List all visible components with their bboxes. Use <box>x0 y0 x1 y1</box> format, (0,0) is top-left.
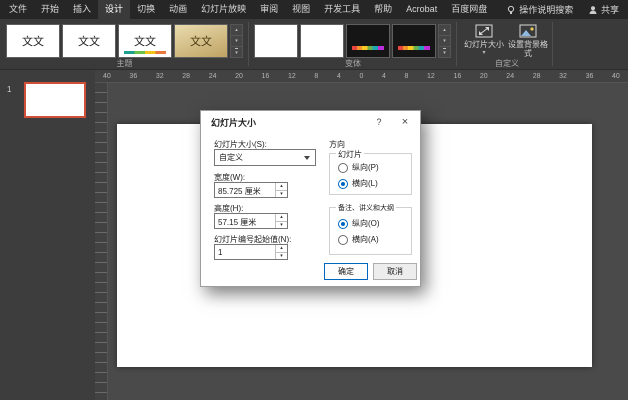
tab-review[interactable]: 审阅 <box>253 0 285 19</box>
radio-checked-icon <box>338 179 348 189</box>
person-icon <box>588 5 598 15</box>
themes-more-icon[interactable]: ▾ <box>230 47 243 58</box>
menubar: 文件 开始 插入 设计 切换 动画 幻灯片放映 审阅 视图 开发工具 帮助 Ac… <box>0 0 628 19</box>
powerpoint-window: 文件 开始 插入 设计 切换 动画 幻灯片放映 审阅 视图 开发工具 帮助 Ac… <box>0 0 628 400</box>
slide-size-dropdown-value: 自定义 <box>219 152 243 163</box>
notes-group-label: 备注、讲义和大纲 <box>336 203 396 213</box>
variants-scroll-up-icon[interactable]: ▴ <box>438 24 451 36</box>
group-divider <box>456 22 457 66</box>
themes-group-label: 主题 <box>6 58 243 70</box>
variant-thumbnail-1[interactable] <box>254 24 298 58</box>
theme-sample-text: 文文 <box>134 33 156 49</box>
theme-sample-text: 文文 <box>78 33 100 49</box>
theme-thumbnail-2[interactable]: 文文 <box>62 24 116 58</box>
theme-sample-text: 文文 <box>22 33 44 49</box>
radio-icon <box>338 163 348 173</box>
notes-orientation-group: 备注、讲义和大纲 纵向(O) 横向(A) <box>329 207 412 255</box>
chevron-down-icon: ▾ <box>482 49 485 58</box>
ok-button[interactable]: 确定 <box>324 263 368 280</box>
cancel-button[interactable]: 取消 <box>373 263 417 280</box>
spin-up-icon[interactable]: ▴ <box>276 183 287 191</box>
spin-down-icon[interactable]: ▾ <box>276 253 287 260</box>
tab-acrobat[interactable]: Acrobat <box>399 0 444 19</box>
theme-thumbnail-1[interactable]: 文文 <box>6 24 60 58</box>
variant-color-strip <box>352 46 384 50</box>
spin-up-icon[interactable]: ▴ <box>276 214 287 222</box>
slides-group-label: 幻灯片 <box>336 149 364 160</box>
tab-view[interactable]: 视图 <box>285 0 317 19</box>
radio-checked-icon <box>338 219 348 229</box>
group-divider <box>552 22 553 66</box>
tab-home[interactable]: 开始 <box>34 0 66 19</box>
lightbulb-icon <box>506 5 516 15</box>
ribbon-design: 文文 文文 文文 文文 ▴ ▾ ▾ 主题 ▴ ▾ ▾ <box>0 19 628 70</box>
tab-help[interactable]: 帮助 <box>367 0 399 19</box>
tab-transitions[interactable]: 切换 <box>130 0 162 19</box>
variants-more-icon[interactable]: ▾ <box>438 47 451 58</box>
group-divider <box>248 22 249 66</box>
themes-scroll-up-icon[interactable]: ▴ <box>230 24 243 36</box>
theme-color-strip <box>124 51 166 54</box>
share-button[interactable]: 共享 <box>588 3 619 16</box>
share-label: 共享 <box>601 3 619 16</box>
spin-down-icon[interactable]: ▾ <box>276 191 287 198</box>
start-number-spinner[interactable]: 1 ▴ ▾ <box>214 244 288 260</box>
slides-landscape-radio[interactable]: 横向(L) <box>338 178 378 189</box>
width-value: 85.725 厘米 <box>215 183 275 197</box>
tab-insert[interactable]: 插入 <box>66 0 98 19</box>
tab-file[interactable]: 文件 <box>2 0 34 19</box>
spin-down-icon[interactable]: ▾ <box>276 222 287 229</box>
variants-scroll-down-icon[interactable]: ▾ <box>438 36 451 47</box>
format-background-label: 设置背景格式 <box>506 40 550 58</box>
close-icon[interactable]: × <box>390 111 420 133</box>
slide-1-thumbnail[interactable] <box>24 82 86 118</box>
tab-developer[interactable]: 开发工具 <box>317 0 367 19</box>
vertical-ruler <box>95 83 108 400</box>
chevron-down-icon <box>304 156 310 160</box>
variants-group-label: 变体 <box>254 58 452 70</box>
tab-design[interactable]: 设计 <box>98 0 130 19</box>
slide-number: 1 <box>7 85 11 94</box>
variant-color-strip <box>398 46 430 50</box>
variant-thumbnail-3[interactable] <box>346 24 390 58</box>
height-value: 57.15 厘米 <box>215 214 275 228</box>
height-spinner[interactable]: 57.15 厘米 ▴ ▾ <box>214 213 288 229</box>
variant-thumbnail-4[interactable] <box>392 24 436 58</box>
slide-size-dialog: 幻灯片大小 ? × 幻灯片大小(S): 自定义 宽度(W): 85.725 厘米… <box>200 110 421 287</box>
customize-group-label: 自定义 <box>462 58 552 70</box>
format-background-icon <box>519 21 537 40</box>
theme-sample-text: 文文 <box>190 33 212 49</box>
slide-size-dropdown[interactable]: 自定义 <box>214 149 316 166</box>
tell-me-search[interactable]: 操作说明搜索 <box>506 3 573 16</box>
theme-thumbnail-4[interactable]: 文文 <box>174 24 228 58</box>
slides-orientation-group: 幻灯片 纵向(P) 横向(L) <box>329 153 412 195</box>
start-number-value: 1 <box>215 245 275 259</box>
slide-size-icon <box>475 21 493 40</box>
horizontal-ruler: 4036 3228 2420 1612 84 04 812 1620 2428 … <box>95 70 628 83</box>
radio-icon <box>338 235 348 245</box>
themes-scroll-down-icon[interactable]: ▾ <box>230 36 243 47</box>
variants-gallery-scroll: ▴ ▾ ▾ <box>438 24 451 58</box>
width-spinner[interactable]: 85.725 厘米 ▴ ▾ <box>214 182 288 198</box>
slides-portrait-radio[interactable]: 纵向(P) <box>338 162 379 173</box>
variant-thumbnail-2[interactable] <box>300 24 344 58</box>
spin-up-icon[interactable]: ▴ <box>276 245 287 253</box>
tell-me-label: 操作说明搜索 <box>519 3 573 16</box>
theme-thumbnail-3[interactable]: 文文 <box>118 24 172 58</box>
slides-panel: 1 <box>0 70 95 400</box>
help-icon[interactable]: ? <box>366 111 392 133</box>
themes-gallery-scroll: ▴ ▾ ▾ <box>230 24 243 58</box>
slide-size-label: 幻灯片大小 <box>464 40 504 49</box>
notes-landscape-radio[interactable]: 横向(A) <box>338 234 379 245</box>
tab-slideshow[interactable]: 幻灯片放映 <box>194 0 253 19</box>
notes-portrait-radio[interactable]: 纵向(O) <box>338 218 380 229</box>
tab-animations[interactable]: 动画 <box>162 0 194 19</box>
tab-baidu-netdisk[interactable]: 百度网盘 <box>444 0 494 19</box>
